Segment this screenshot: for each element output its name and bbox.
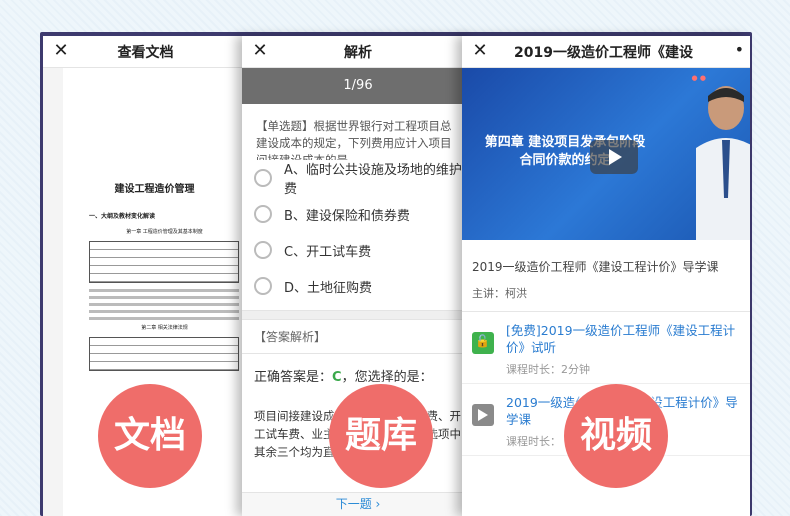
document-badge: 文档 [98, 384, 202, 488]
next-question-button[interactable]: 下一题 › [242, 492, 474, 516]
radio-icon[interactable] [254, 241, 272, 259]
lesson-title: [免费]2019一级造价工程师《建设工程计价》试听 [506, 323, 736, 355]
radio-icon[interactable] [254, 205, 272, 223]
doc-heading: 建设工程造价管理 [114, 184, 195, 195]
doc-table [89, 241, 239, 283]
close-icon[interactable]: ✕ [250, 41, 270, 61]
doc-section: 一、大纲及教材变化解读 [89, 213, 156, 220]
doc-text-line [89, 303, 239, 306]
doc-text-line [89, 310, 239, 313]
play-icon[interactable] [590, 140, 638, 174]
video-page-title: 2019一级造价工程师《建设 [514, 44, 693, 61]
option-a[interactable]: A、临时公共设施及场地的维护费 [242, 160, 474, 197]
lecturer-image [696, 86, 750, 240]
close-icon[interactable]: ✕ [51, 41, 71, 61]
question-text: 【单选题】根据世界银行对工程项目总建设成本的规定，下列费用应计入项目间接建设成本… [256, 119, 452, 160]
document-title: 查看文档 [117, 44, 174, 61]
doc-chapter: 第一章 工程造价管理及其基本制度 [126, 229, 203, 235]
doc-text-line [89, 296, 239, 299]
quiz-title: 解析 [344, 44, 372, 61]
doc-table [89, 337, 239, 371]
option-d[interactable]: D、土地征购费 [242, 268, 474, 304]
unlock-icon [472, 332, 494, 354]
correct-answer: C [332, 370, 342, 385]
lesson-item[interactable]: [免费]2019一级造价工程师《建设工程计价》试听 课程时长：2分钟 [462, 312, 750, 384]
divider [242, 310, 474, 320]
video-badge: 视频 [564, 384, 668, 488]
more-icon[interactable]: • [735, 40, 744, 59]
document-header: ✕ 查看文档 [43, 36, 248, 68]
video-player[interactable]: ● ● 第四章 建设项目发承包阶段 合同价款的约定 [462, 68, 750, 240]
question-bank-badge: 题库 [329, 384, 433, 488]
quiz-progress: 1/96 [242, 68, 474, 104]
lesson-duration: 课程时长：2分钟 [506, 363, 590, 376]
teacher-name: 主讲：柯洪 [462, 281, 750, 312]
quiz-header: ✕ 解析 [242, 36, 474, 68]
course-title: 2019一级造价工程师《建设工程计价》导学课 [472, 260, 719, 274]
radio-icon[interactable] [254, 277, 272, 295]
doc-text-line [89, 289, 239, 292]
option-c[interactable]: C、开工试车费 [242, 232, 474, 268]
close-icon[interactable]: ✕ [470, 41, 490, 61]
radio-icon[interactable] [254, 169, 272, 187]
video-header: ✕ 2019一级造价工程师《建设 • [462, 36, 750, 68]
answer-section-label: 【答案解析】 [242, 320, 474, 354]
option-b[interactable]: B、建设保险和债券费 [242, 196, 474, 232]
play-icon [472, 404, 494, 426]
doc-text-line [89, 317, 239, 320]
doc-chapter: 第二章 相关法律法规 [141, 325, 188, 331]
